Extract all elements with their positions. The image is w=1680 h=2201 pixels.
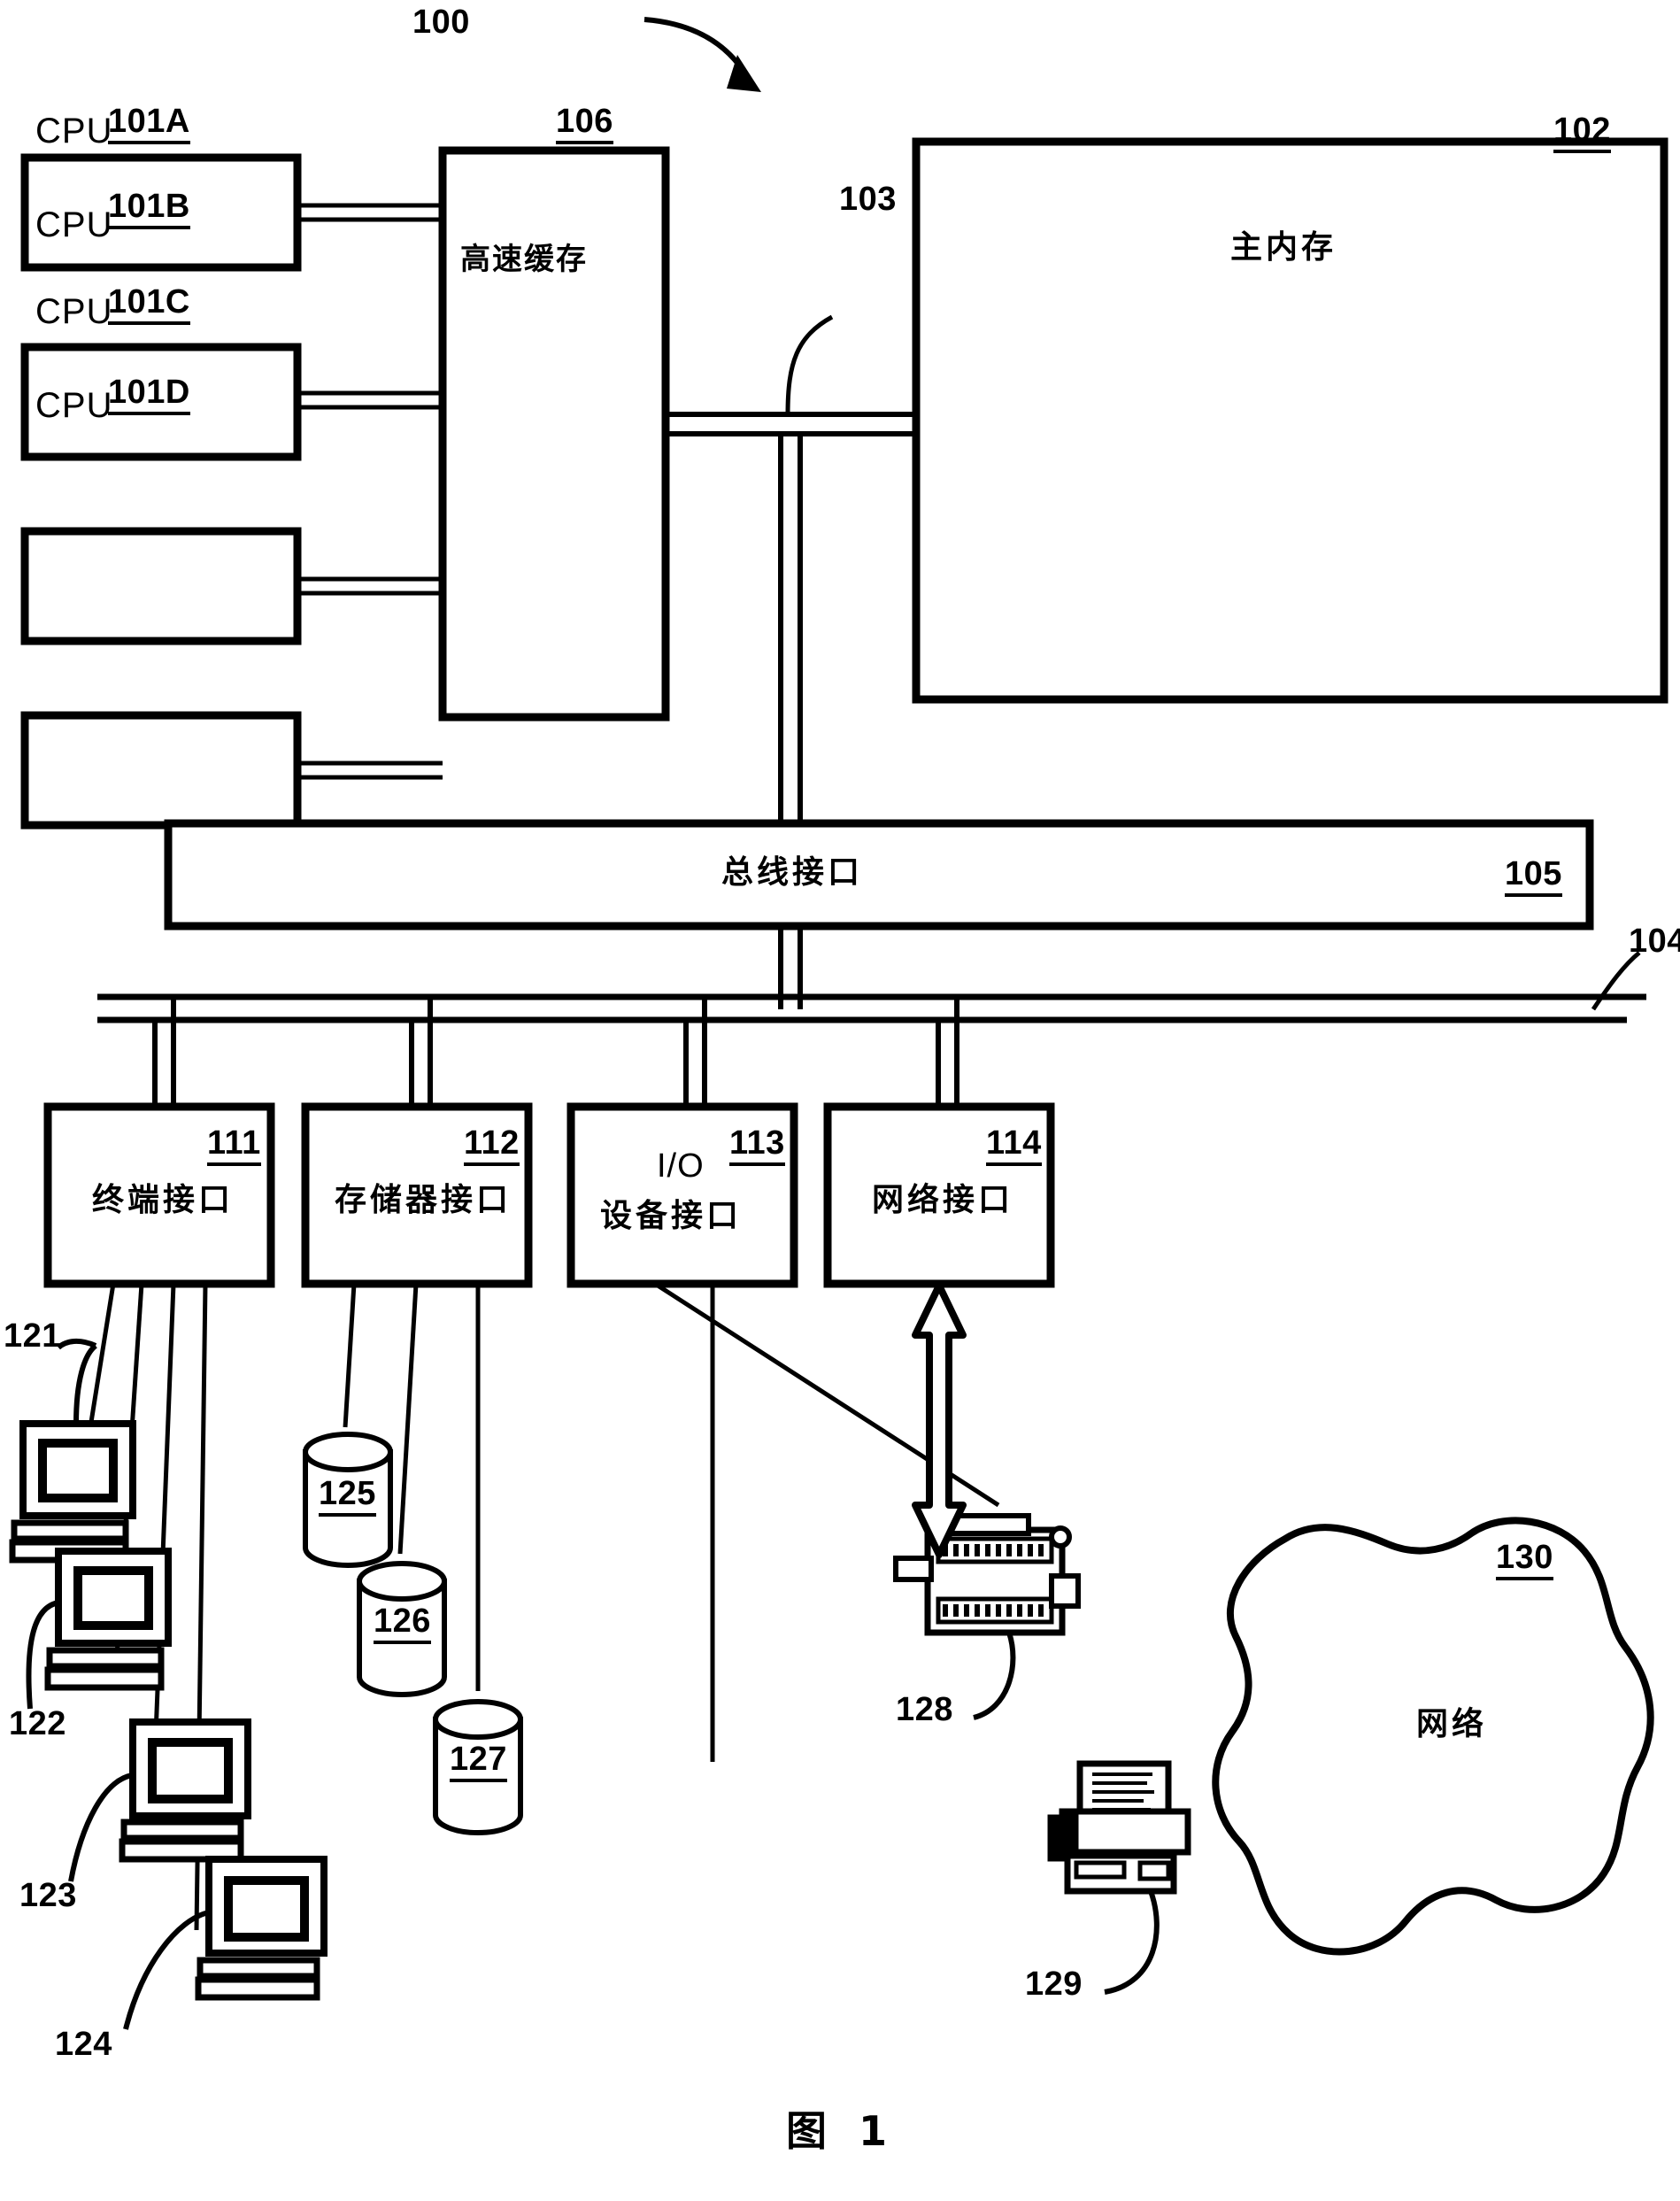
cpu-cache-links [297, 203, 443, 780]
cpu-label-3: CPU [35, 386, 113, 425]
cpu-ref-3: 101D [108, 375, 190, 415]
storage-ref-126: 126 [374, 1604, 431, 1644]
cpu-ref-2: 101C [108, 285, 190, 325]
network-label: 网络 [1416, 1706, 1488, 1742]
system-bus-ref: 104 [1629, 923, 1680, 960]
cpu-label-2: CPU [35, 292, 113, 331]
interface-ref-111: 111 [207, 1126, 261, 1166]
interface-ref-113: 113 [729, 1126, 785, 1166]
patent-figure-1: 100 CPU 101A CPU 101B CPU 101C CPU 101D … [0, 0, 1680, 2201]
main-memory-label: 主内存 [1230, 229, 1337, 266]
interface-ref-112: 112 [464, 1126, 520, 1166]
terminal-ref-122: 122 [9, 1705, 66, 1742]
interface-ref-114: 114 [986, 1126, 1042, 1166]
bus-to-interface-links [152, 997, 959, 1110]
interface-label-113-device: 设备接口 [600, 1198, 743, 1234]
interface-label-114: 网络接口 [872, 1182, 1014, 1218]
terminal-ref-121: 121 [4, 1317, 61, 1355]
cache-ref: 106 [556, 104, 613, 144]
bus-interface-label: 总线接口 [721, 854, 864, 891]
network-ref: 130 [1496, 1541, 1553, 1580]
cpu-ref-1: 101B [108, 189, 190, 229]
terminal-121-icon [9, 1339, 136, 1564]
terminal-122-icon [26, 1548, 172, 1710]
interface-label-111: 终端接口 [92, 1182, 235, 1218]
main-memory-box [912, 137, 1668, 704]
terminal-124-icon [123, 1856, 328, 2030]
io-device-129-icon [1047, 1760, 1191, 1995]
cpu-label-1: CPU [35, 205, 113, 244]
interface-label-113-io: I/O [657, 1147, 705, 1185]
terminal-ref-124: 124 [55, 2026, 112, 2063]
system-bus-104 [97, 951, 1646, 1023]
cache-label: 高速缓存 [460, 242, 588, 277]
system-leader-arrow [643, 17, 761, 92]
system-ref-100: 100 [412, 4, 470, 41]
bus-interface-ref: 105 [1505, 857, 1562, 897]
memory-bus-103 [666, 314, 916, 832]
network-bidirectional-arrow [912, 1282, 967, 1558]
main-memory-ref: 102 [1553, 113, 1611, 153]
cache-box [438, 146, 670, 722]
io-device-ref-128: 128 [896, 1691, 953, 1728]
memory-bus-ref: 103 [839, 181, 897, 218]
interface-label-112: 存储器接口 [335, 1182, 512, 1218]
cpu-label-0: CPU [35, 112, 113, 151]
io-device-ref-129: 129 [1025, 1965, 1083, 2003]
io-device-128-icon [893, 1513, 1081, 1720]
storage-ref-125: 125 [319, 1477, 376, 1517]
cpu-ref-0: 101A [108, 104, 190, 144]
diagram-canvas [9, 17, 1668, 2030]
terminal-ref-123: 123 [19, 1877, 77, 1914]
bus-interface-box [164, 819, 1594, 931]
cpu-boxes [20, 153, 302, 830]
figure-caption: 图 1 [785, 2107, 897, 2155]
storage-ref-127: 127 [450, 1742, 507, 1782]
